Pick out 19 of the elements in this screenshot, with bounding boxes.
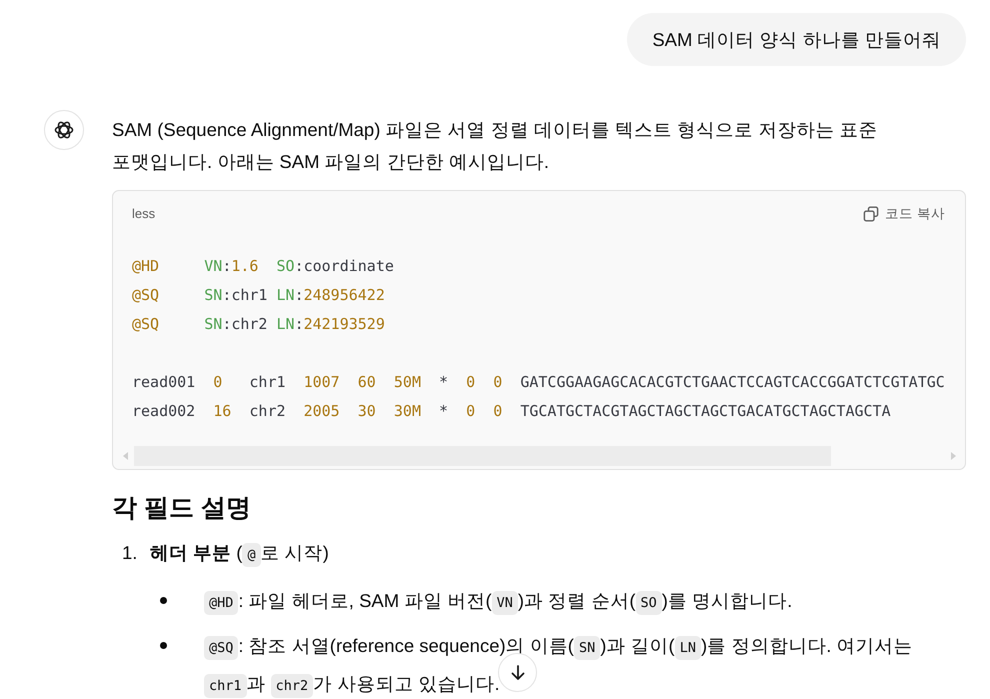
bullet-text: @HD : 파일 헤더로, SAM 파일 버전( VN )과 정렬 순서( SO )를 명시합니다. bbox=[204, 583, 792, 621]
left-arrow-icon[interactable] bbox=[122, 451, 129, 461]
knot-logo-icon bbox=[44, 110, 84, 150]
code-line: @SQ SN:chr1 LN:248956422 bbox=[132, 285, 385, 306]
section-heading: 각 필드 설명 bbox=[112, 493, 252, 524]
code-line: @HD VN:1.6 SO:coordinate bbox=[132, 256, 394, 277]
right-arrow-icon[interactable] bbox=[950, 451, 957, 461]
bullet-icon bbox=[160, 642, 167, 649]
list-item-text: 헤더 부분 ( @ 로 시작) bbox=[150, 537, 966, 571]
copy-icon bbox=[863, 206, 880, 222]
code-line: @SQ SN:chr2 LN:242193529 bbox=[132, 314, 385, 335]
code-line: read002 16 chr2 2005 30 30M * 0 0 TGCATGCTACGTAGCTAGCTAGCTGACATGCTAGCTAGCTA bbox=[132, 401, 891, 422]
intro-paragraph: SAM (Sequence Alignment/Map) 파일은 서열 정렬 데이터를 텍스트 형식으로 저장하는 표준 포맷입니다. 아래는 SAM 파일의 간단한 예시입니다. bbox=[112, 118, 879, 174]
code-line: read001 0 chr1 1007 60 50M * 0 0 GATCGGAAGAGCACACGTCTGAACTCCAGTCACCGGATCTCGTATGC bbox=[132, 372, 945, 393]
user-message-bubble: SAM 데이터 양식 하나를 만들어줘 bbox=[627, 13, 966, 66]
bullet-icon bbox=[160, 597, 167, 604]
list-number: 1. bbox=[122, 541, 138, 565]
copy-code-button[interactable]: 코드 복사 bbox=[863, 204, 945, 222]
code-language-label: less bbox=[132, 206, 156, 221]
